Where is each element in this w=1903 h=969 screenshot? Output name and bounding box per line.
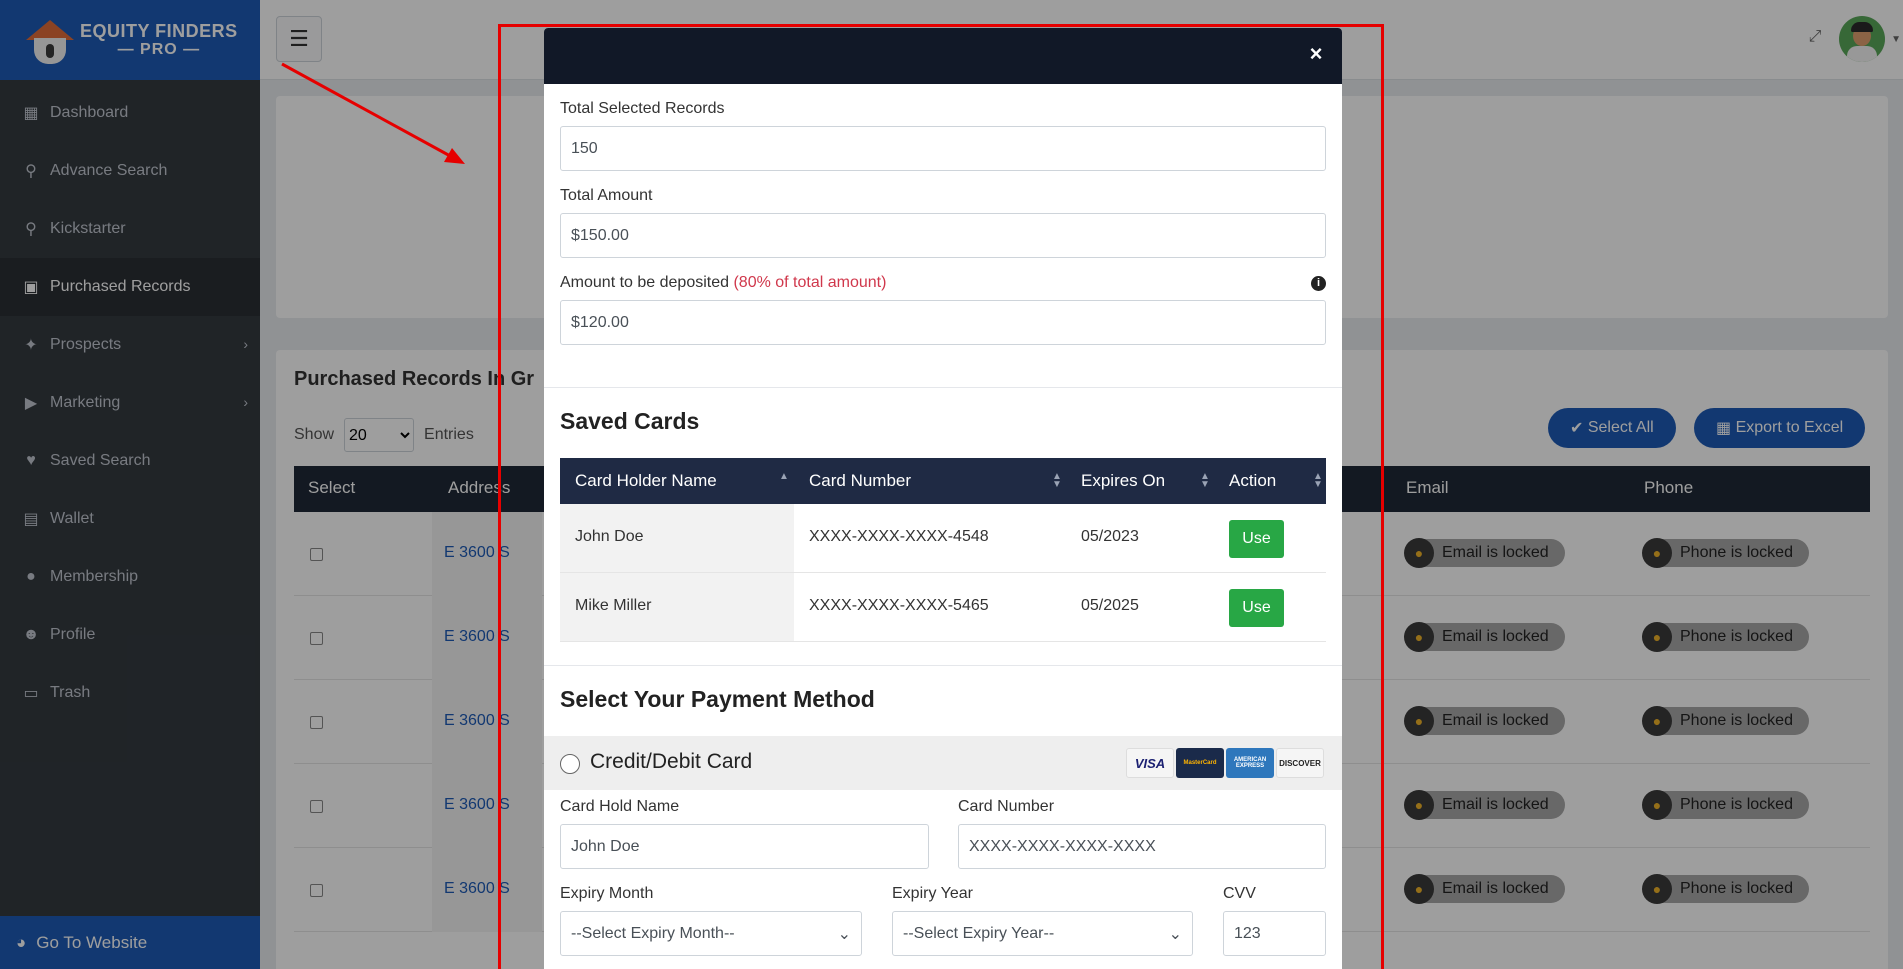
total-records-input[interactable]: 150 <box>560 126 1326 171</box>
total-records-label: Total Selected Records <box>560 100 725 117</box>
chevron-down-icon: ⌄ <box>1168 925 1182 943</box>
col-card-number[interactable]: Card Number <box>809 471 911 491</box>
payment-modal: × Total Selected Records 150 Total Amoun… <box>544 28 1342 969</box>
mastercard-logo-icon: MasterCard <box>1176 748 1224 778</box>
cvv-group: CVV 123 <box>1223 885 1326 956</box>
deposit-label: Amount to be deposited (80% of total amo… <box>560 274 887 291</box>
card-number: XXXX-XXXX-XXXX-4548 <box>809 528 989 545</box>
expiry-year-select[interactable]: --Select Expiry Year-- ⌄ <box>892 911 1193 956</box>
expiry-month-select[interactable]: --Select Expiry Month-- ⌄ <box>560 911 862 956</box>
sort-icon: ▲ ▼ <box>1052 471 1062 490</box>
expiry-year-group: Expiry Year --Select Expiry Year-- ⌄ <box>892 885 1193 956</box>
expiry-year-label: Expiry Year <box>892 885 973 902</box>
card-number: XXXX-XXXX-XXXX-5465 <box>809 597 989 614</box>
chevron-down-icon: ⌄ <box>837 925 851 943</box>
card-number-input[interactable]: XXXX-XXXX-XXXX-XXXX <box>958 824 1326 869</box>
card-expiry: 05/2023 <box>1081 528 1139 545</box>
payment-option-credit-card[interactable]: Credit/Debit Card VISA MasterCard AMERIC… <box>544 736 1342 790</box>
payment-method-title: Select Your Payment Method <box>560 686 875 712</box>
table-row: Mike Miller XXXX-XXXX-XXXX-5465 05/2025 … <box>560 573 1326 642</box>
sort-asc-icon: ▲ <box>779 471 789 482</box>
discover-logo-icon: DISCOVER <box>1276 748 1324 778</box>
visa-logo-icon: VISA <box>1126 748 1174 778</box>
card-number-group: Card Number XXXX-XXXX-XXXX-XXXX <box>958 798 1326 869</box>
col-action[interactable]: Action <box>1229 471 1276 491</box>
total-amount-group: Total Amount $150.00 <box>560 187 1326 258</box>
deposit-note: (80% of total amount) <box>733 274 887 291</box>
info-icon[interactable]: i <box>1311 276 1326 291</box>
amex-logo-icon: AMERICAN EXPRESS <box>1226 748 1274 778</box>
col-expires[interactable]: Expires On <box>1081 471 1165 491</box>
total-amount-input[interactable]: $150.00 <box>560 213 1326 258</box>
deposit-group: Amount to be deposited (80% of total amo… <box>560 274 1326 345</box>
divider <box>544 665 1342 666</box>
sort-icon: ▲ ▼ <box>1313 471 1323 490</box>
saved-cards-table: Card Holder Name ▲ Card Number ▲ ▼ Expire… <box>560 458 1326 642</box>
card-expiry: 05/2025 <box>1081 597 1139 614</box>
sort-icon: ▲ ▼ <box>1200 471 1210 490</box>
payment-option-label: Credit/Debit Card <box>590 750 753 773</box>
use-card-button[interactable]: Use <box>1229 589 1284 627</box>
credit-card-radio[interactable] <box>560 754 580 774</box>
saved-cards-title: Saved Cards <box>560 408 700 434</box>
saved-cards-header: Card Holder Name ▲ Card Number ▲ ▼ Expire… <box>560 458 1326 504</box>
close-button[interactable]: × <box>1304 42 1328 66</box>
card-holder: Mike Miller <box>575 597 652 614</box>
card-holder: John Doe <box>575 528 644 545</box>
total-amount-label: Total Amount <box>560 187 653 204</box>
cvv-input[interactable]: 123 <box>1223 911 1326 956</box>
card-hold-name-group: Card Hold Name John Doe <box>560 798 929 869</box>
card-hold-name-label: Card Hold Name <box>560 798 680 815</box>
cvv-label: CVV <box>1223 885 1256 902</box>
divider <box>544 387 1342 388</box>
card-number-label: Card Number <box>958 798 1055 815</box>
card-hold-name-input[interactable]: John Doe <box>560 824 929 869</box>
expiry-month-label: Expiry Month <box>560 885 654 902</box>
expiry-month-group: Expiry Month --Select Expiry Month-- ⌄ <box>560 885 862 956</box>
col-card-holder[interactable]: Card Holder Name <box>575 471 717 491</box>
table-row: John Doe XXXX-XXXX-XXXX-4548 05/2023 Use <box>560 504 1326 573</box>
use-card-button[interactable]: Use <box>1229 520 1284 558</box>
total-records-group: Total Selected Records 150 <box>560 100 1326 171</box>
deposit-input[interactable]: $120.00 <box>560 300 1326 345</box>
modal-header: × <box>544 28 1342 84</box>
